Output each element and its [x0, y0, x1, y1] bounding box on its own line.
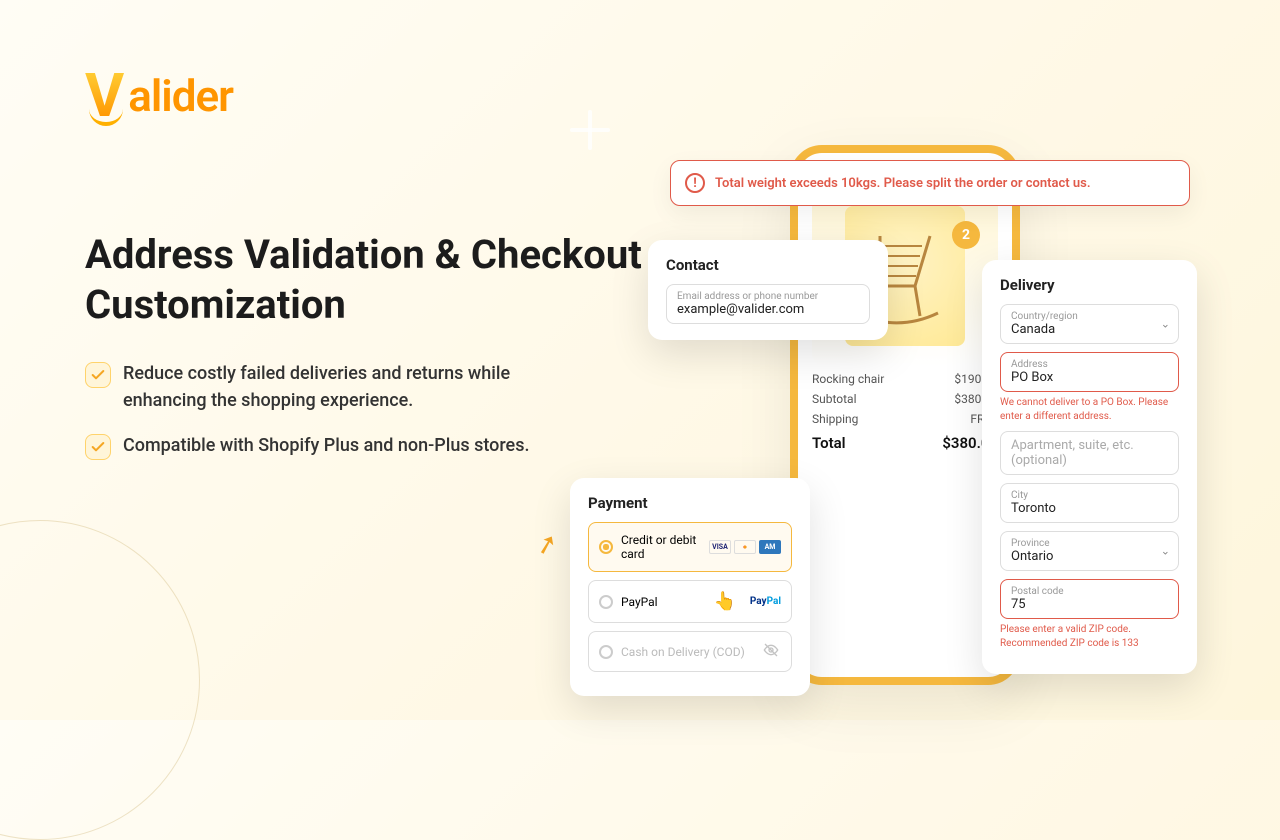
page-headline: Address Validation & Checkout Customizat…	[85, 230, 645, 330]
feature-text: Compatible with Shopify Plus and non-Plu…	[123, 432, 529, 459]
country-label: Country/region	[1011, 311, 1168, 322]
paypal-logo-icon: PayPal	[750, 596, 781, 607]
country-value: Canada	[1011, 322, 1168, 337]
radio-selected-icon	[599, 540, 613, 554]
radio-icon	[599, 645, 613, 659]
payment-title: Payment	[588, 494, 792, 512]
logo-text: alider	[128, 70, 233, 122]
payment-cod-label: Cash on Delivery (COD)	[621, 645, 745, 659]
payment-card: Payment Credit or debit card VISA ●● AM …	[570, 478, 810, 696]
radio-icon	[599, 595, 613, 609]
subtotal-label: Subtotal	[812, 392, 857, 406]
payment-option-cod[interactable]: Cash on Delivery (COD)	[588, 631, 792, 672]
city-label: City	[1011, 490, 1168, 501]
total-label: Total	[812, 434, 846, 452]
decorative-circle	[0, 520, 200, 840]
card-brand-icons: VISA ●● AM	[709, 540, 781, 554]
city-field[interactable]: City Toronto	[1000, 483, 1179, 523]
address-field[interactable]: Address PO Box	[1000, 352, 1179, 392]
weight-warning-banner: ! Total weight exceeds 10kgs. Please spl…	[670, 160, 1190, 206]
arrow-up-icon: ➚	[532, 528, 561, 563]
contact-field-label: Email address or phone number	[677, 291, 859, 302]
contact-field[interactable]: Email address or phone number example@va…	[666, 284, 870, 324]
alert-icon: !	[685, 173, 705, 193]
postal-label: Postal code	[1011, 586, 1168, 597]
chevron-down-icon: ⌄	[1161, 318, 1170, 331]
province-select[interactable]: Province Ontario ⌄	[1000, 531, 1179, 571]
check-badge-icon	[85, 362, 111, 388]
total-row: Total $380.00	[812, 434, 998, 452]
contact-card: Contact Email address or phone number ex…	[648, 240, 888, 340]
feature-item: Reduce costly failed deliveries and retu…	[85, 360, 575, 414]
shipping-label: Shipping	[812, 412, 858, 426]
item-name: Rocking chair	[812, 372, 884, 386]
payment-option-paypal[interactable]: PayPal 👆 PayPal	[588, 580, 792, 623]
quantity-badge: 2	[952, 221, 980, 249]
country-select[interactable]: Country/region Canada ⌄	[1000, 304, 1179, 344]
apartment-field[interactable]: Apartment, suite, etc. (optional)	[1000, 431, 1179, 475]
delivery-title: Delivery	[1000, 276, 1179, 294]
address-label: Address	[1011, 359, 1168, 370]
contact-field-value: example@valider.com	[677, 302, 859, 317]
brand-logo: V alider	[85, 70, 233, 122]
address-value: PO Box	[1011, 370, 1168, 385]
subtotal-row: Subtotal $380.00	[812, 392, 998, 406]
feature-text: Reduce costly failed deliveries and retu…	[123, 360, 575, 414]
chevron-down-icon: ⌄	[1161, 545, 1170, 558]
warning-text: Total weight exceeds 10kgs. Please split…	[715, 176, 1091, 191]
pointer-hand-icon: 👆	[713, 591, 735, 612]
logo-mark: V	[85, 72, 124, 120]
feature-list: Reduce costly failed deliveries and retu…	[85, 360, 575, 478]
contact-title: Contact	[666, 256, 870, 274]
payment-card-label: Credit or debit card	[621, 533, 701, 561]
shipping-row: Shipping FREE	[812, 412, 998, 426]
province-label: Province	[1011, 538, 1168, 549]
feature-item: Compatible with Shopify Plus and non-Plu…	[85, 432, 575, 460]
postal-field[interactable]: Postal code 75	[1000, 579, 1179, 619]
line-item-row: Rocking chair $190.00	[812, 372, 998, 386]
check-badge-icon	[85, 434, 111, 460]
address-error: We cannot deliver to a PO Box. Please en…	[1000, 396, 1179, 423]
postal-value: 75	[1011, 597, 1168, 612]
payment-option-card[interactable]: Credit or debit card VISA ●● AM	[588, 522, 792, 572]
province-value: Ontario	[1011, 549, 1168, 564]
delivery-card: Delivery Country/region Canada ⌄ Address…	[982, 260, 1197, 674]
sparkle-icon	[570, 110, 610, 150]
city-value: Toronto	[1011, 501, 1168, 516]
eye-off-icon	[761, 642, 781, 661]
postal-error: Please enter a valid ZIP code. Recommend…	[1000, 623, 1179, 650]
payment-paypal-label: PayPal	[621, 595, 658, 609]
apartment-placeholder: Apartment, suite, etc. (optional)	[1011, 438, 1168, 468]
